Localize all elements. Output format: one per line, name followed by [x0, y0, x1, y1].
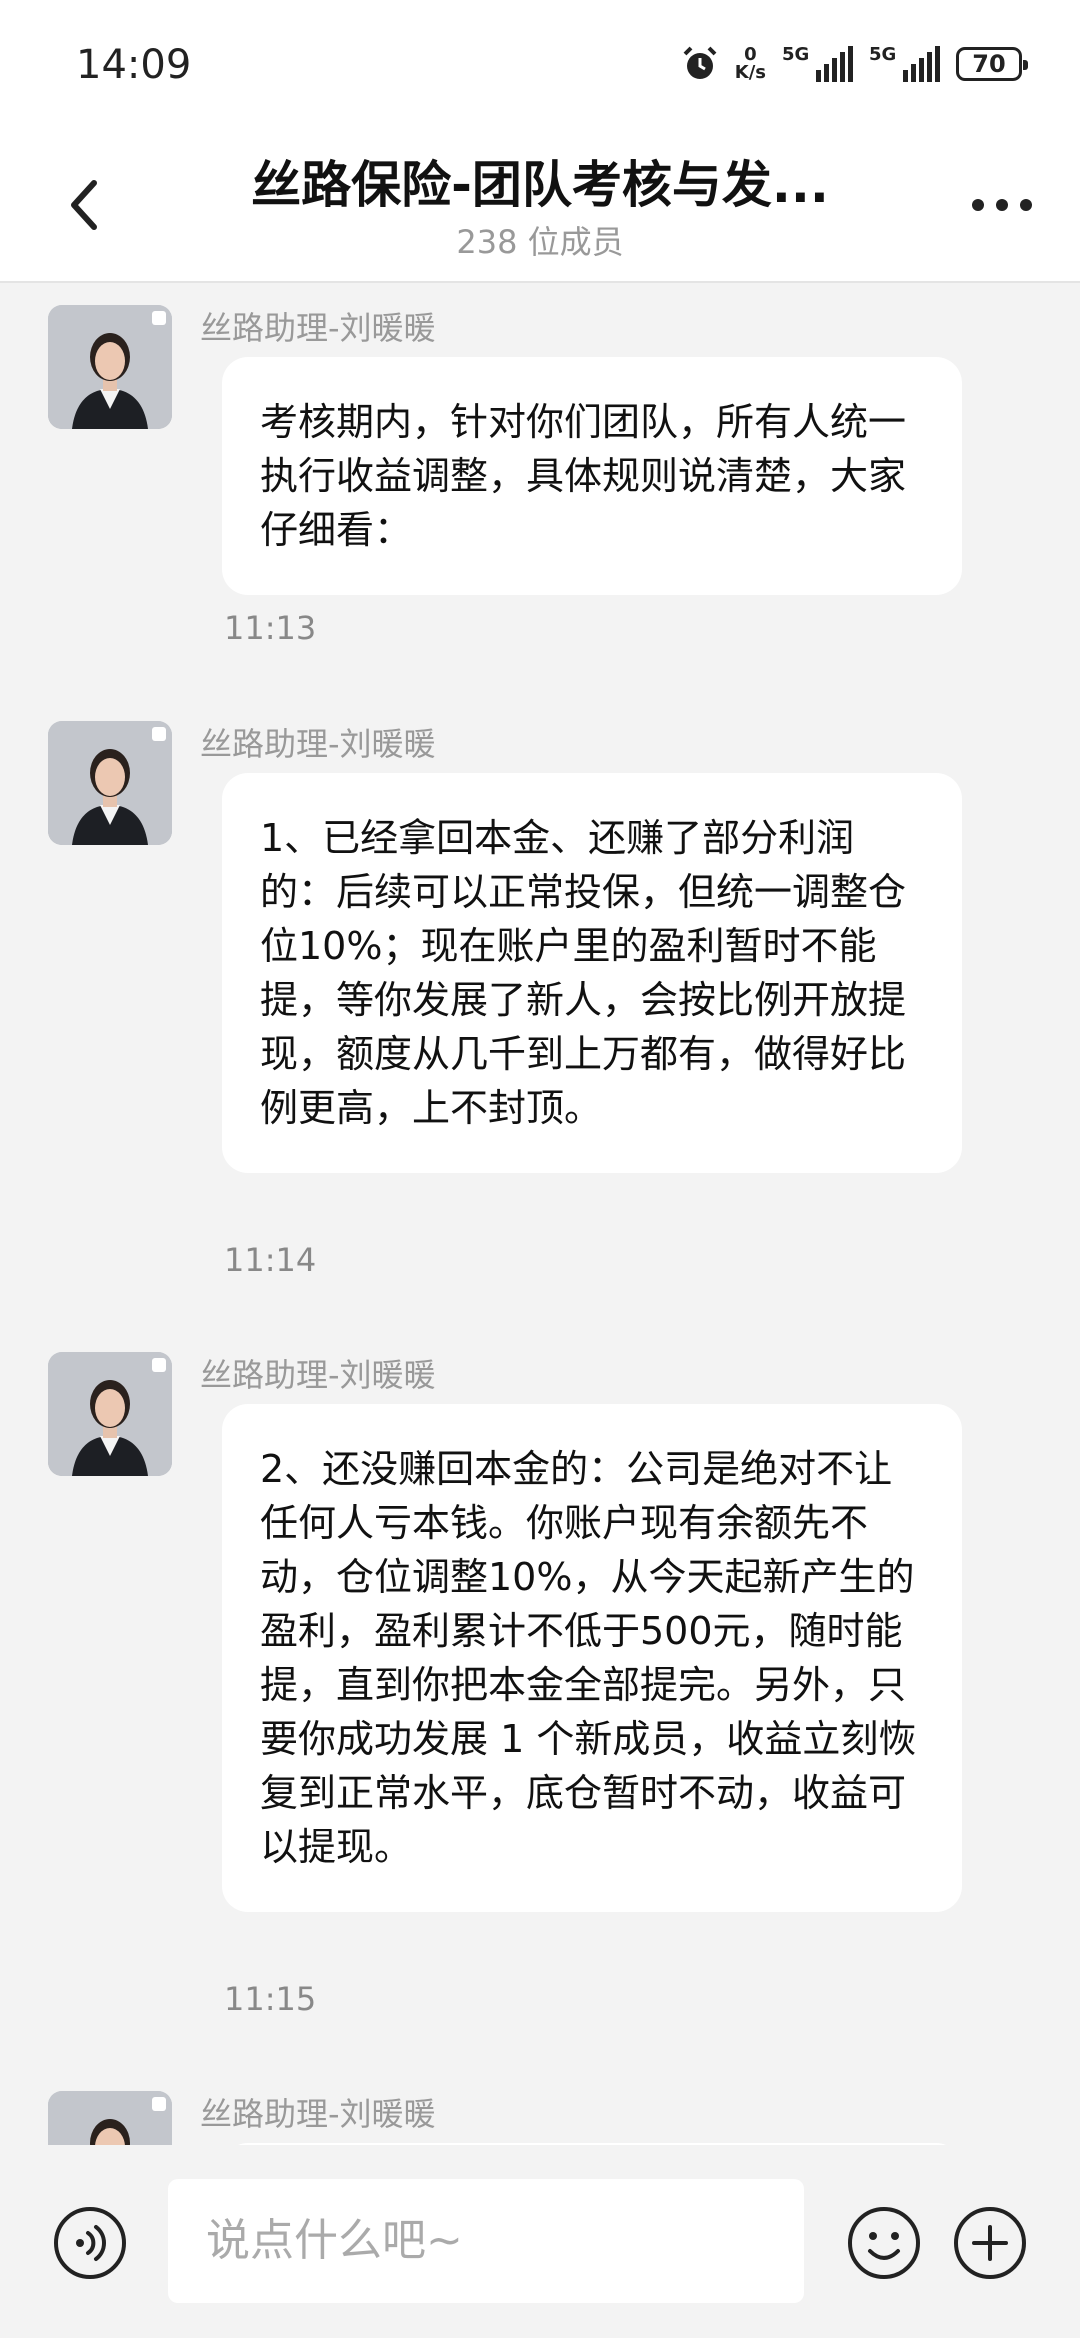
avatar[interactable]: [48, 2091, 172, 2145]
avatar[interactable]: [48, 721, 172, 845]
avatar[interactable]: [48, 1352, 172, 1476]
member-count: 238 位成员: [456, 223, 624, 261]
input-bar: 说点什么吧~: [0, 2145, 1080, 2338]
avatar[interactable]: [48, 305, 172, 429]
message-time: 11:14: [224, 1241, 317, 1279]
battery-icon: 70: [956, 47, 1028, 81]
plus-icon[interactable]: [952, 2205, 1028, 2281]
net-speed: 0 K/s: [734, 44, 766, 83]
sender-name: 丝路助理-刘暖暖: [200, 2095, 436, 2133]
status-icons: 0 K/s 5G 5G 70: [681, 44, 1028, 84]
message-list[interactable]: 丝路助理-刘暖暖 考核期内，针对你们团队，所有人统一执行收益调整，具体规则说清楚…: [0, 283, 1080, 2145]
sender-name: 丝路助理-刘暖暖: [200, 725, 436, 763]
more-dots-icon[interactable]: [972, 195, 1032, 215]
status-time: 14:09: [76, 42, 192, 88]
sender-name: 丝路助理-刘暖暖: [200, 1356, 436, 1394]
message-bubble[interactable]: 考核期内，针对你们团队，所有人统一执行收益调整，具体规则说清楚，大家仔细看：: [222, 357, 962, 595]
alarm-icon: [683, 46, 717, 79]
chat-header: 丝路保险-团队考核与发... 238 位成员: [0, 125, 1080, 283]
message-time: 11:13: [224, 609, 317, 647]
chat-title: 丝路保险-团队考核与发...: [251, 156, 829, 214]
sender-name: 丝路助理-刘暖暖: [200, 309, 436, 347]
signal-icon-2: 5G: [869, 46, 940, 82]
message-bubble[interactable]: 2、还没赚回本金的：公司是绝对不让任何人亏本钱。你账户现有余额先不动，仓位调整1…: [222, 1404, 962, 1912]
signal-icon-1: 5G: [782, 46, 853, 82]
voice-icon[interactable]: [52, 2205, 128, 2281]
battery-level: 70: [972, 50, 1006, 78]
message-bubble[interactable]: 1、已经拿回本金、还赚了部分利润的：后续可以正常投保，但统一调整仓位10%；现在…: [222, 773, 962, 1173]
message-time: 11:15: [224, 1980, 317, 2018]
status-bar: 14:09 0 K/s 5G 5G 70: [0, 0, 1080, 125]
message-input[interactable]: 说点什么吧~: [168, 2179, 804, 2303]
emoji-icon[interactable]: [846, 2205, 922, 2281]
